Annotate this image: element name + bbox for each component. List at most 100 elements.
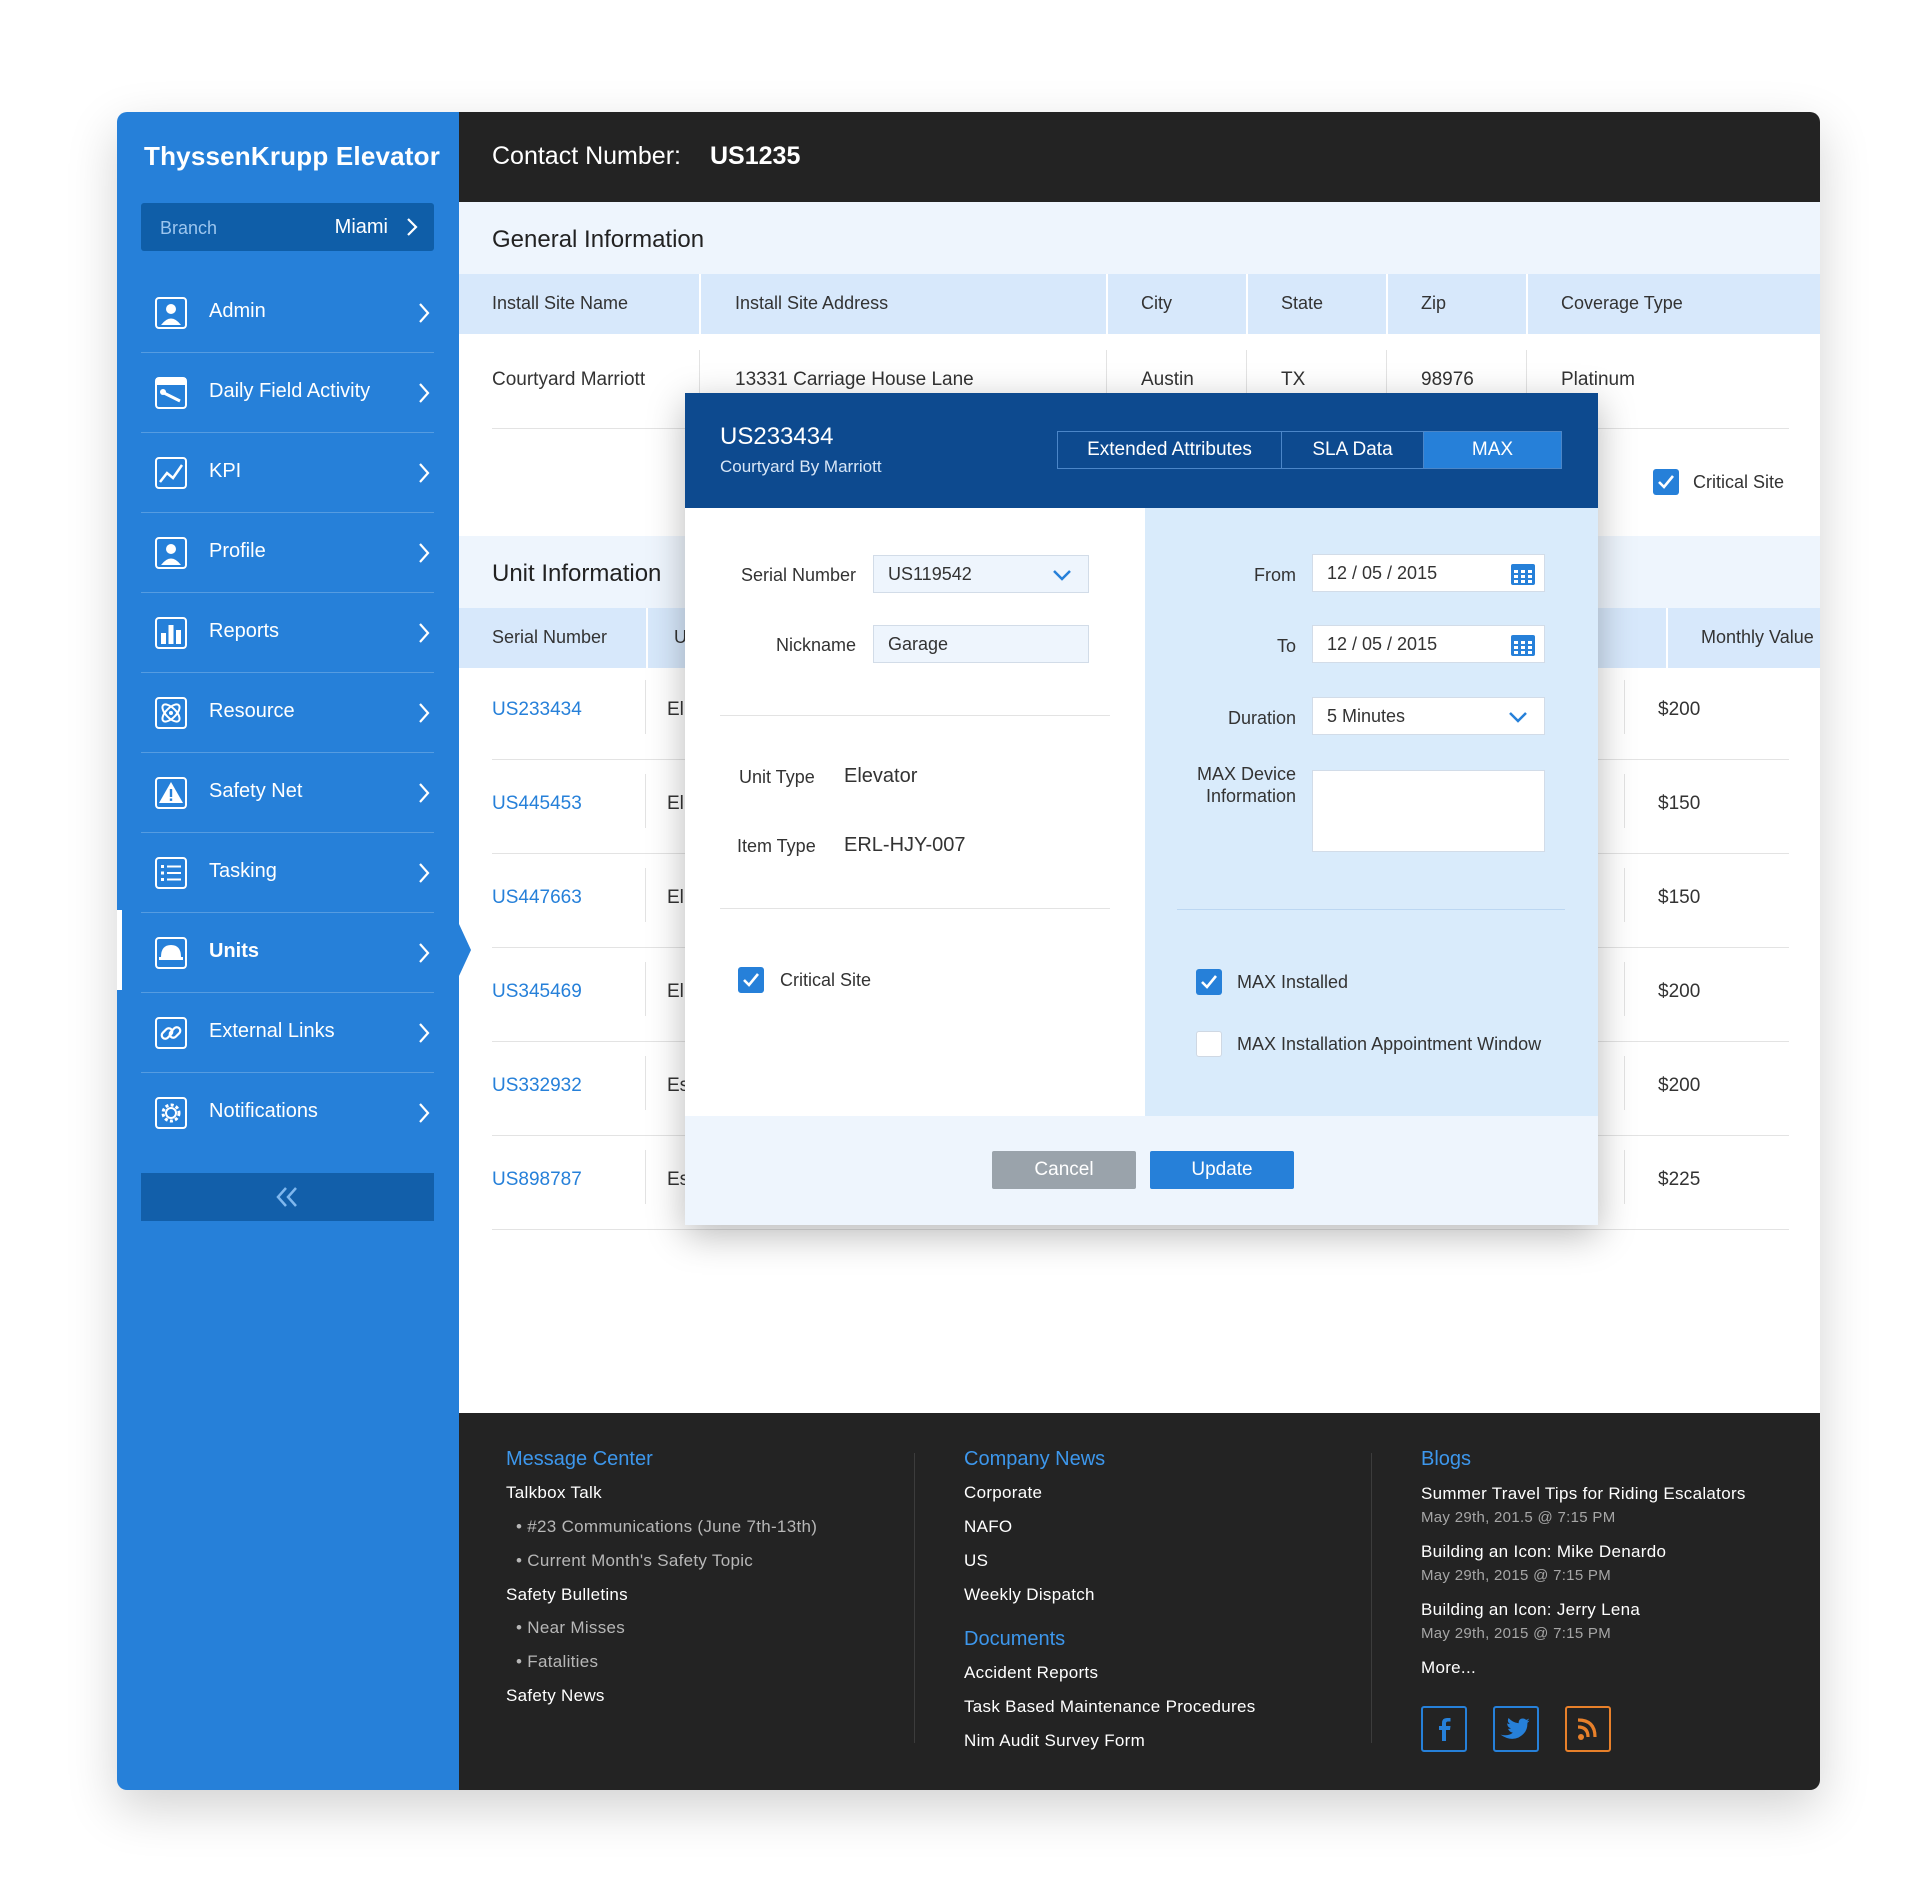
sidebar-item-profile[interactable]: Profile xyxy=(141,513,434,593)
modal-footer: Cancel Update xyxy=(685,1116,1598,1225)
sidebar-item-units[interactable]: Units xyxy=(141,913,434,993)
footer-sublink[interactable]: • #23 Communications (June 7th-13th) xyxy=(516,1517,817,1537)
duration-select[interactable]: 5 Minutes xyxy=(1312,697,1545,735)
footer-sublink[interactable]: • Current Month's Safety Topic xyxy=(516,1551,753,1571)
table-cell: TX xyxy=(1281,369,1306,390)
to-date-input[interactable]: 12 / 05 / 2015 xyxy=(1312,625,1545,663)
footer-link[interactable]: US xyxy=(964,1551,988,1571)
chevron-right-icon xyxy=(419,783,430,803)
cancel-button[interactable]: Cancel xyxy=(992,1151,1136,1189)
footer-link[interactable]: Safety Bulletins xyxy=(506,1585,628,1605)
footer-link[interactable]: Corporate xyxy=(964,1483,1042,1503)
modal-subtitle: Courtyard By Marriott xyxy=(720,457,882,476)
general-table-header: Install Site Name Install Site Address C… xyxy=(459,274,1820,334)
footer-sublink[interactable]: • Fatalities xyxy=(516,1652,598,1672)
sidebar-item-kpi[interactable]: KPI xyxy=(141,433,434,513)
unit-type-value: Elevator xyxy=(844,765,918,787)
blog-title[interactable]: Summer Travel Tips for Riding Escalators xyxy=(1421,1484,1746,1504)
footer-sublink[interactable]: • Near Misses xyxy=(516,1618,625,1638)
max-device-info-textarea[interactable] xyxy=(1312,770,1545,852)
contact-number-label: Contact Number: xyxy=(492,142,681,170)
unit-serial-link[interactable]: US345469 xyxy=(492,981,582,1003)
line-chart-icon xyxy=(155,457,187,489)
footer-heading: Documents xyxy=(964,1628,1066,1650)
table-cell: Platinum xyxy=(1561,369,1635,390)
table-cell: $200 xyxy=(1658,981,1701,1002)
unit-serial-link[interactable]: US447663 xyxy=(492,887,582,909)
max-appointment-window-checkbox[interactable] xyxy=(1196,1031,1222,1057)
sidebar-item-notifications[interactable]: Notifications xyxy=(141,1073,434,1153)
sidebar-item-label: Tasking xyxy=(209,860,277,882)
sidebar-item-label: KPI xyxy=(209,460,242,482)
critical-site-label: Critical Site xyxy=(1693,472,1785,492)
unit-serial-link[interactable]: US332932 xyxy=(492,1075,582,1097)
column-header: Zip xyxy=(1421,293,1447,313)
sidebar-item-external-links[interactable]: External Links xyxy=(141,993,434,1073)
chevron-right-icon xyxy=(419,863,430,883)
footer-link[interactable]: Nim Audit Survey Form xyxy=(964,1731,1145,1751)
footer-link[interactable]: Accident Reports xyxy=(964,1663,1098,1683)
double-chevron-left-icon xyxy=(276,1187,297,1207)
sidebar-item-daily-field-activity[interactable]: Daily Field Activity xyxy=(141,353,434,433)
critical-site-checkbox[interactable] xyxy=(1653,469,1679,495)
unit-serial-link[interactable]: US898787 xyxy=(492,1169,582,1191)
sidebar-item-tasking[interactable]: Tasking xyxy=(141,833,434,913)
column-header: Serial Number xyxy=(492,627,608,647)
blog-title[interactable]: Building an Icon: Mike Denardo xyxy=(1421,1542,1666,1562)
item-type-label: Item Type xyxy=(737,836,816,856)
footer-link[interactable]: Safety News xyxy=(506,1686,605,1706)
branch-selector[interactable]: Branch Miami xyxy=(141,203,434,251)
user-icon xyxy=(155,297,187,329)
sidebar: ThyssenKrupp Elevator Branch Miami Admin… xyxy=(117,112,459,1790)
footer-link[interactable]: Task Based Maintenance Procedures xyxy=(964,1697,1256,1717)
sidebar-item-admin[interactable]: Admin xyxy=(141,273,434,353)
from-date-input[interactable]: 12 / 05 / 2015 xyxy=(1312,554,1545,592)
section-title: General Information xyxy=(492,226,705,253)
tab-extended-attributes[interactable]: Extended Attributes xyxy=(1058,432,1282,468)
duration-label: Duration xyxy=(1227,708,1296,728)
sidebar-item-reports[interactable]: Reports xyxy=(141,593,434,673)
column-header: Monthly Value xyxy=(1701,627,1814,647)
atom-icon xyxy=(155,697,187,729)
sidebar-item-label: Notifications xyxy=(209,1100,318,1122)
sidebar-item-label: Daily Field Activity xyxy=(209,380,371,402)
modal-critical-site-checkbox[interactable] xyxy=(738,967,764,993)
tab-max[interactable]: MAX xyxy=(1424,432,1561,468)
collapse-sidebar-button[interactable] xyxy=(141,1173,434,1221)
max-installed-checkbox[interactable] xyxy=(1196,969,1222,995)
chevron-right-icon xyxy=(419,1103,430,1123)
calendar-icon[interactable] xyxy=(1510,633,1536,657)
section-title: Unit Information xyxy=(492,560,662,587)
footer-link[interactable]: Talkbox Talk xyxy=(506,1483,602,1503)
sidebar-item-resource[interactable]: Resource xyxy=(141,673,434,753)
unit-serial-link[interactable]: US233434 xyxy=(492,699,582,721)
table-cell: El xyxy=(667,981,684,1002)
serial-number-select[interactable]: US119542 xyxy=(873,555,1089,593)
column-header: Install Site Name xyxy=(492,293,629,313)
twitter-button[interactable] xyxy=(1493,1706,1539,1752)
footer-link[interactable]: Weekly Dispatch xyxy=(964,1585,1095,1605)
footer-heading: Company News xyxy=(964,1448,1106,1470)
blog-title[interactable]: Building an Icon: Jerry Lena xyxy=(1421,1600,1640,1620)
footer-link[interactable]: NAFO xyxy=(964,1517,1012,1537)
max-installed-label: MAX Installed xyxy=(1237,972,1349,992)
more-link[interactable]: More... xyxy=(1421,1658,1476,1678)
nickname-input[interactable]: Garage xyxy=(873,625,1089,663)
calendar-icon[interactable] xyxy=(1510,562,1536,586)
nickname-value: Garage xyxy=(888,634,949,654)
tab-sla-data[interactable]: SLA Data xyxy=(1282,432,1424,468)
facebook-button[interactable] xyxy=(1421,1706,1467,1752)
update-button[interactable]: Update xyxy=(1150,1151,1294,1189)
active-pointer xyxy=(459,924,471,976)
column-header: City xyxy=(1141,293,1172,313)
sidebar-item-label: Safety Net xyxy=(209,780,303,802)
chevron-right-icon xyxy=(419,383,430,403)
unit-serial-link[interactable]: US445453 xyxy=(492,793,582,815)
footer-heading: Message Center xyxy=(506,1448,653,1470)
sidebar-item-safety-net[interactable]: Safety Net xyxy=(141,753,434,833)
rss-button[interactable] xyxy=(1565,1706,1611,1752)
table-cell: 13331 Carriage House Lane xyxy=(735,369,974,390)
check-icon xyxy=(1658,475,1675,489)
check-icon xyxy=(743,973,760,987)
modal-right-panel: From 12 / 05 / 2015 To 12 / 05 / 2015 Du… xyxy=(1145,508,1598,1116)
